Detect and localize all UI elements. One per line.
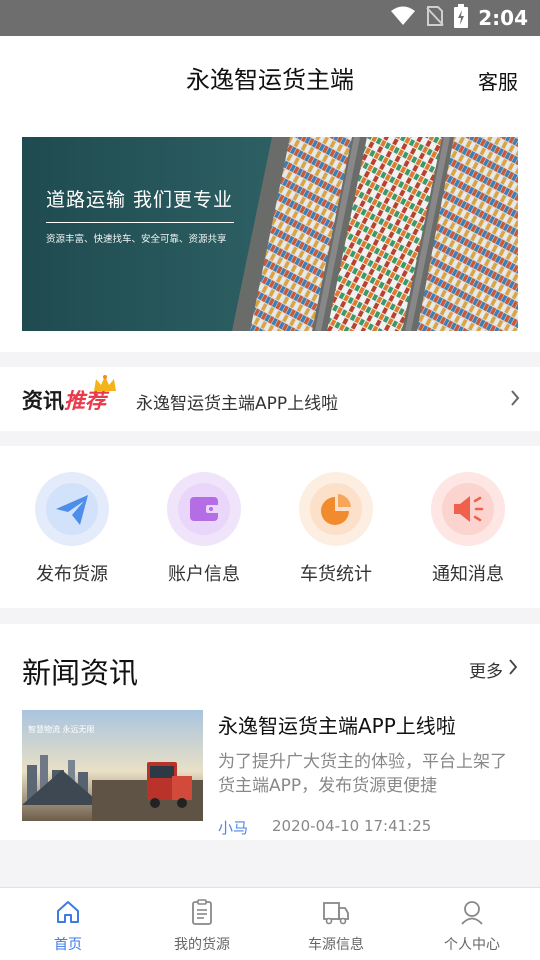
battery-icon xyxy=(454,4,469,32)
tab-profile[interactable]: 个人中心 xyxy=(412,896,532,954)
more-label: 更多 xyxy=(469,662,503,682)
chevron-right-icon[interactable] xyxy=(510,389,520,411)
top-bar: 永逸智运货主端 客服 xyxy=(0,36,540,120)
publish-cargo-label: 发布货源 xyxy=(36,564,108,585)
article-author: 小马 xyxy=(218,819,249,837)
article-thumbnail[interactable]: 智慧物流 永远无限 xyxy=(22,710,203,821)
notifications-label: 通知消息 xyxy=(432,564,504,585)
page-title: 永逸智运货主端 xyxy=(186,66,354,94)
truck-icon xyxy=(276,896,396,928)
tab-vehicle-info[interactable]: 车源信息 xyxy=(276,896,396,954)
city-truck-image: 智慧物流 永远无限 xyxy=(22,710,203,821)
more-news-button[interactable]: 更多 xyxy=(469,657,518,682)
article-title[interactable]: 永逸智运货主端APP上线啦 xyxy=(218,710,456,739)
account-info-label: 账户信息 xyxy=(168,564,240,585)
home-icon xyxy=(8,896,128,928)
thumb-caption: 智慧物流 永远无限 xyxy=(28,724,95,734)
crown-icon xyxy=(92,375,118,397)
tab-profile-label: 个人中心 xyxy=(444,937,500,953)
chevron-right-icon xyxy=(509,659,518,680)
cargo-stats-label: 车货统计 xyxy=(300,564,372,585)
status-bar: 2:04 xyxy=(0,0,540,36)
banner-carousel[interactable]: 道路运输 我们更专业 资源丰富、快速找车、安全可靠、资源共享 xyxy=(22,137,518,331)
tab-vehicle-info-label: 车源信息 xyxy=(308,937,364,953)
banner-subtitle: 资源丰富、快速找车、安全可靠、资源共享 xyxy=(46,234,227,245)
tab-home[interactable]: 首页 xyxy=(8,896,128,954)
bottom-tab-bar: 首页 我的货源 车源信息 个人中心 xyxy=(0,887,540,960)
tab-home-label: 首页 xyxy=(54,937,82,953)
clock: 2:04 xyxy=(478,6,528,30)
customer-service-button[interactable]: 客服 xyxy=(478,66,518,95)
ticker-headline[interactable]: 永逸智运货主端APP上线啦 xyxy=(136,389,338,414)
banner-caption: 道路运输 我们更专业 资源丰富、快速找车、安全可靠、资源共享 xyxy=(46,185,234,245)
publish-cargo-button[interactable]: 发布货源 xyxy=(22,472,122,586)
account-info-button[interactable]: 账户信息 xyxy=(154,472,254,586)
article-timestamp: 2020-04-10 17:41:25 xyxy=(272,817,432,835)
tab-my-cargo[interactable]: 我的货源 xyxy=(142,896,262,954)
clipboard-icon xyxy=(142,896,262,928)
speaker-icon xyxy=(431,472,505,546)
person-icon xyxy=(412,896,532,928)
news-section: 新闻资讯 更多 智慧物流 永远无限 永逸智运货主端APP上线啦 为了提升广大货主… xyxy=(0,624,540,840)
cargo-stats-button[interactable]: 车货统计 xyxy=(286,472,386,586)
quick-actions: 发布货源 账户信息 车货统计 通知消息 xyxy=(0,446,540,608)
tab-my-cargo-label: 我的货源 xyxy=(174,937,230,953)
banner-divider xyxy=(46,222,234,223)
wallet-icon xyxy=(167,472,241,546)
banner-title: 道路运输 我们更专业 xyxy=(46,189,234,211)
ticker-label-news: 资讯 xyxy=(22,389,64,413)
news-ticker[interactable]: 资讯推荐 永逸智运货主端APP上线啦 xyxy=(0,367,540,431)
send-icon xyxy=(35,472,109,546)
news-heading: 新闻资讯 xyxy=(22,656,139,690)
pie-chart-icon xyxy=(299,472,373,546)
no-sim-icon xyxy=(426,5,444,31)
banner-section: 道路运输 我们更专业 资源丰富、快速找车、安全可靠、资源共享 xyxy=(0,120,540,352)
wifi-icon xyxy=(390,6,416,30)
notifications-button[interactable]: 通知消息 xyxy=(418,472,518,586)
article-summary: 为了提升广大货主的体验，平台上架了货主端APP，发布货源更便捷 xyxy=(218,752,507,796)
